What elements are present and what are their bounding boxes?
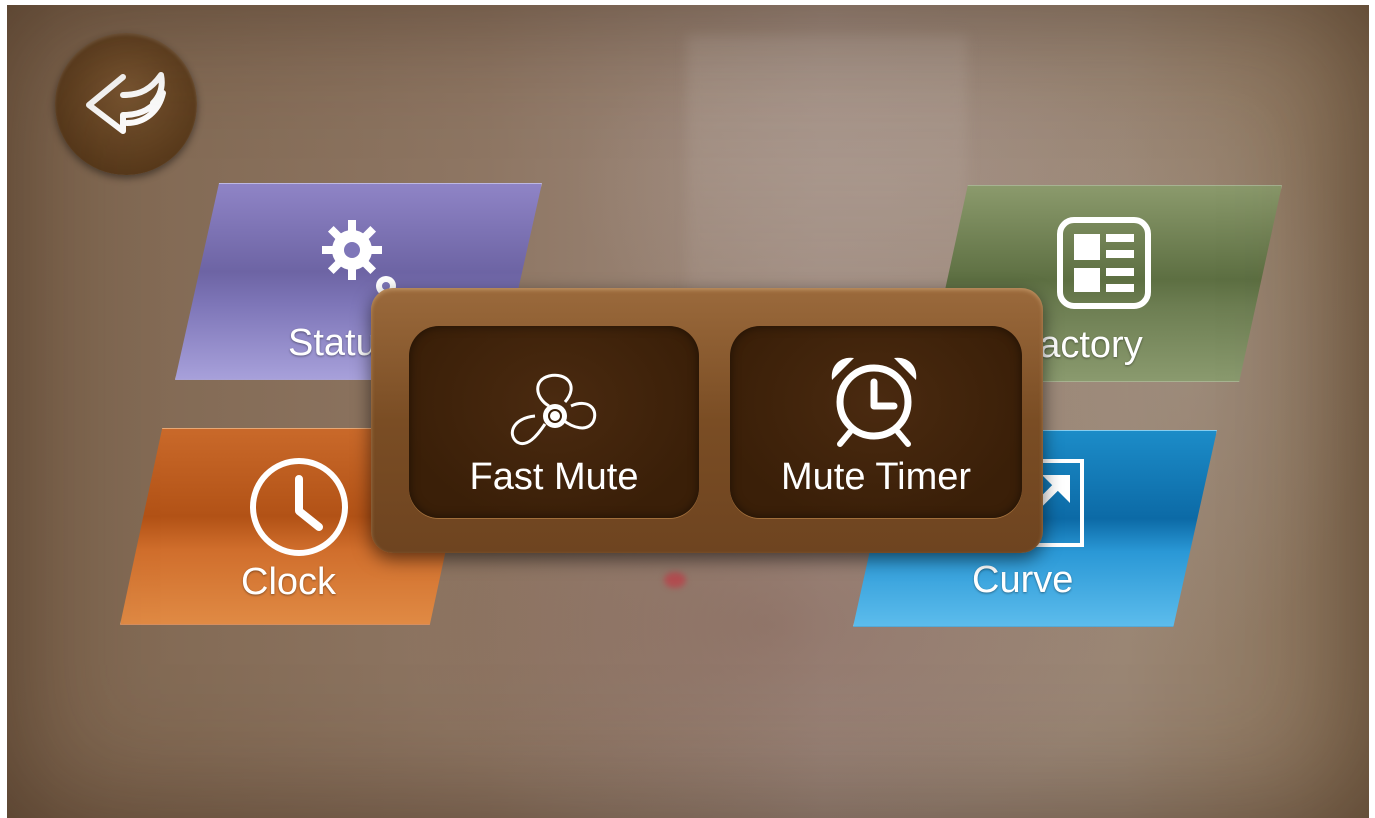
mute-popup: Fast Mute Mute Timer — [371, 288, 1043, 553]
fan-icon — [511, 373, 597, 445]
alarm-clock-icon — [831, 357, 917, 447]
layout-grid-icon — [1057, 217, 1151, 309]
screen: Status Factory Clock Curve Fast Mute Mut… — [7, 5, 1369, 818]
back-arrow-icon — [86, 72, 166, 134]
tile-clock-label: Clock — [241, 561, 337, 603]
fast-mute-button[interactable]: Fast Mute — [409, 326, 699, 518]
mute-timer-button[interactable]: Mute Timer — [730, 326, 1022, 518]
mute-timer-label: Mute Timer — [780, 456, 972, 498]
tile-curve-label: Curve — [972, 559, 1074, 601]
background-indicator-dot — [664, 572, 686, 588]
clock-icon — [250, 458, 348, 556]
back-button[interactable] — [55, 33, 197, 175]
fast-mute-label: Fast Mute — [469, 456, 639, 498]
